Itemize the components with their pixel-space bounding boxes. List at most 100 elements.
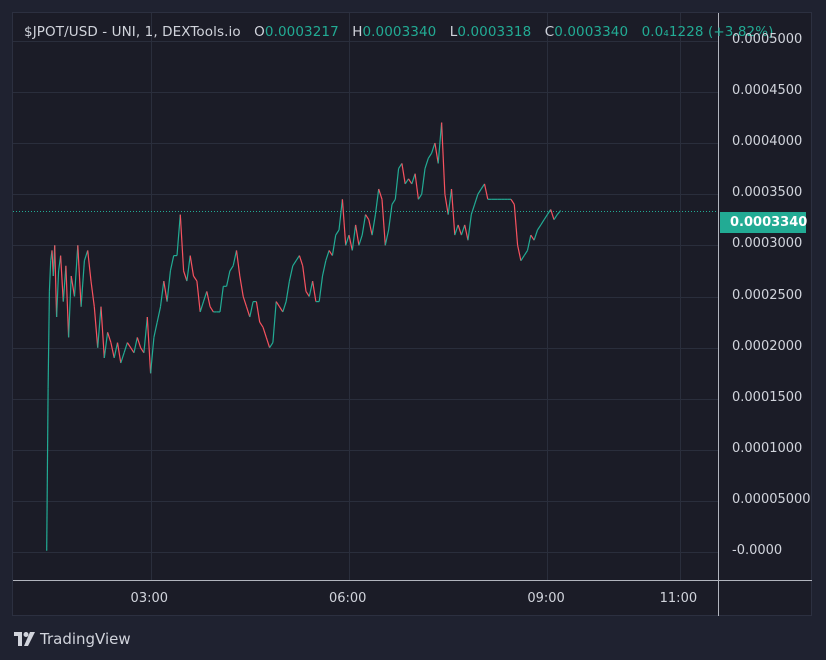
price-segment — [176, 214, 181, 256]
price-segment — [83, 250, 89, 261]
price-segment — [202, 291, 208, 302]
price-segment — [80, 260, 85, 307]
price-segment — [54, 245, 58, 318]
price-segment — [295, 255, 300, 262]
price-segment — [269, 342, 274, 349]
price-segment — [146, 316, 152, 374]
price-segment — [219, 286, 224, 312]
price-segment — [520, 255, 525, 262]
price-segment — [464, 224, 469, 241]
price-segment — [90, 281, 95, 307]
price-segment — [351, 224, 357, 251]
price-segment — [136, 337, 142, 348]
price-tick-label: 0.0001500 — [732, 389, 803, 405]
price-segment — [97, 306, 102, 348]
price-segment — [414, 173, 419, 200]
price-segment — [249, 301, 254, 318]
open-label: O — [254, 24, 265, 40]
symbol-title: $JPOT/USD - UNI, 1, DEXTools.io — [24, 24, 241, 40]
price-segment — [169, 255, 175, 272]
price-segment — [454, 224, 459, 236]
close-label: C — [544, 24, 555, 40]
price-segment — [120, 352, 125, 364]
price-segment — [421, 168, 426, 195]
price-segment — [404, 178, 410, 185]
price-segment — [275, 301, 281, 308]
price-segment — [193, 275, 198, 282]
price-segment — [388, 204, 393, 231]
price-segment — [245, 306, 251, 318]
price-segment — [540, 219, 545, 226]
high-value: 0.0003340 — [362, 24, 437, 40]
price-segment — [312, 281, 317, 302]
price-segment — [298, 255, 304, 266]
price-segment — [536, 224, 542, 231]
price-segment — [183, 270, 188, 282]
low-value: 0.0003318 — [457, 24, 532, 40]
price-segment — [232, 250, 238, 266]
price-tick-label: 0.0002500 — [732, 287, 803, 303]
price-segment — [358, 234, 363, 246]
price-segment — [483, 183, 489, 200]
tradingview-brand[interactable]: TradingView — [14, 630, 131, 648]
price-segment — [199, 301, 205, 313]
price-segment — [73, 245, 79, 297]
price-segment — [302, 265, 307, 292]
price-segment — [355, 224, 360, 246]
price-segment — [374, 188, 380, 215]
price-segment — [235, 250, 241, 277]
price-segment — [288, 265, 294, 282]
price-segment — [156, 306, 162, 323]
price-segment — [457, 224, 462, 236]
price-segment — [239, 275, 244, 297]
price-segment — [48, 260, 52, 292]
price-segment — [368, 219, 373, 236]
time-tick-label: 03:00 — [130, 591, 169, 606]
price-segment — [371, 214, 376, 236]
brand-name: TradingView — [40, 630, 131, 648]
price-tick-label: 0.0004500 — [732, 82, 803, 98]
price-segment — [437, 122, 443, 164]
price-segment — [186, 255, 191, 282]
price-segment — [259, 321, 264, 328]
price-segment — [513, 204, 519, 246]
price-chart[interactable] — [0, 0, 826, 660]
price-segment — [123, 342, 128, 353]
price-segment — [441, 122, 446, 195]
price-segment — [526, 234, 532, 251]
price-segment — [434, 142, 439, 164]
price-segment — [533, 229, 539, 241]
price-segment — [556, 210, 562, 215]
time-tick-label: 06:00 — [328, 591, 367, 606]
price-segment — [189, 255, 195, 277]
price-segment — [272, 301, 277, 343]
price-segment — [47, 291, 50, 389]
price-segment — [262, 327, 267, 338]
price-segment — [325, 250, 330, 261]
price-tick-label: 0.0004000 — [732, 133, 803, 149]
price-segment — [480, 183, 486, 190]
price-segment — [103, 332, 109, 358]
price-tick-label: 0.0003500 — [732, 185, 803, 201]
price-segment — [143, 316, 148, 353]
ohlc-legend: $JPOT/USD - UNI, 1, DEXTools.io O0.00032… — [24, 24, 774, 40]
price-segment — [46, 388, 49, 551]
price-segment — [206, 291, 211, 307]
price-segment — [56, 270, 60, 318]
price-segment — [116, 342, 122, 364]
price-segment — [70, 275, 76, 297]
price-segment — [335, 229, 340, 236]
price-segment — [391, 198, 396, 205]
price-segment — [361, 214, 367, 236]
price-segment — [278, 306, 284, 313]
price-segment — [338, 199, 343, 231]
price-segment — [93, 306, 99, 348]
price-segment — [447, 188, 453, 215]
price-segment — [411, 173, 416, 185]
price-segment — [474, 194, 479, 205]
price-segment — [65, 265, 70, 338]
price-segment — [179, 214, 185, 271]
price-segment — [153, 321, 158, 338]
price-tick-label: 0.0002000 — [732, 338, 803, 354]
current-price-label: 0.0003340 — [720, 212, 807, 233]
